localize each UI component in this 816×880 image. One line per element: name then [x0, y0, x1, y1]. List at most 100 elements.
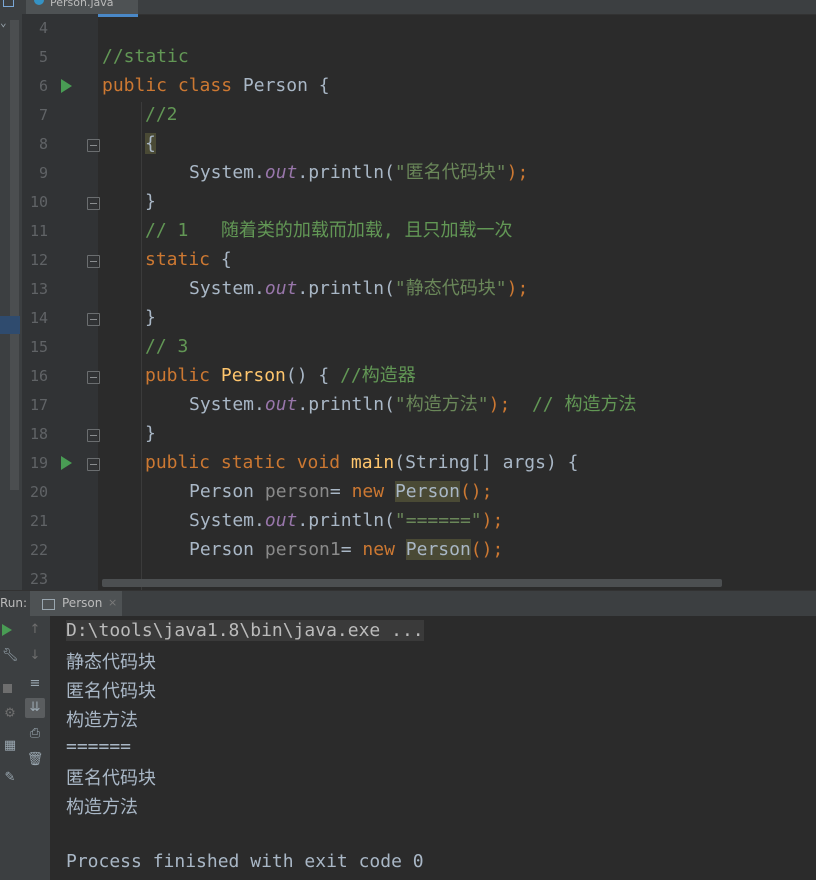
code-line-5[interactable]: //static	[102, 46, 189, 68]
code-token: );	[506, 278, 529, 299]
code-line-18[interactable]: }	[145, 423, 156, 445]
layout-icon[interactable]: ▦	[0, 738, 20, 753]
fold-marker[interactable]	[87, 139, 100, 152]
code-token: .println(	[297, 278, 395, 299]
side-selection-marker	[0, 316, 20, 334]
run-panel-header: Run: Person ×	[0, 590, 816, 618]
code-line-9[interactable]: System.out.println("匿名代码块");	[189, 162, 528, 184]
code-token: (String[] args) {	[394, 452, 579, 473]
code-token: {	[210, 249, 232, 270]
editor-horizontal-scrollbar[interactable]	[102, 579, 722, 587]
code-token: Person	[189, 481, 265, 502]
line-number: 17	[29, 396, 48, 414]
code-token: Person	[394, 481, 460, 502]
line-number: 10	[29, 193, 48, 211]
code-line-13[interactable]: System.out.println("静态代码块");	[189, 278, 528, 300]
fold-marker[interactable]	[87, 371, 100, 384]
line-number: 15	[29, 338, 48, 356]
console-line: 构造方法	[66, 797, 138, 818]
code-token: ();	[470, 539, 504, 560]
code-token: person	[264, 481, 330, 502]
editor-tab-label: Person.java	[50, 0, 114, 9]
code-line-17[interactable]: System.out.println("构造方法"); // 构造方法	[189, 394, 636, 416]
fold-marker[interactable]	[87, 313, 100, 326]
code-token: System.	[189, 510, 265, 531]
code-line-16[interactable]: public Person() { //构造器	[145, 365, 416, 387]
pin-icon[interactable]: ✎	[0, 770, 20, 785]
code-token: "匿名代码块"	[394, 162, 507, 183]
console-line: 静态代码块	[66, 652, 156, 673]
run-tab-person[interactable]: Person ×	[30, 591, 122, 617]
code-token: public	[145, 365, 221, 386]
fold-marker[interactable]	[87, 458, 100, 471]
line-number: 21	[29, 512, 48, 530]
code-token: new	[362, 539, 406, 560]
line-number: 5	[38, 48, 48, 66]
code-line-21[interactable]: System.out.println("======");	[189, 510, 503, 532]
console-line: ======	[66, 736, 132, 757]
wrench-icon[interactable]: 🔧︎	[0, 648, 20, 663]
side-scrollbar[interactable]	[10, 20, 19, 490]
code-token: static	[145, 249, 211, 270]
run-toolbar-left: 🔧︎ ⚙ ▦ ✎	[0, 616, 22, 880]
run-main-icon[interactable]	[61, 456, 72, 470]
indent-guide	[141, 102, 142, 590]
console-line: 匿名代码块	[66, 681, 156, 702]
code-line-6[interactable]: public class Person {	[102, 75, 330, 97]
run-class-icon[interactable]	[61, 79, 72, 93]
code-line-22[interactable]: Person person1= new Person();	[189, 539, 503, 561]
code-token: .println(	[297, 510, 395, 531]
console-output[interactable]: D:\tools\java1.8\bin\java.exe ... 静态代码块 …	[50, 616, 816, 880]
code-token: System.	[189, 162, 265, 183]
trash-icon[interactable]: 🗑︎	[25, 752, 45, 767]
run-toolbar-right: ↑ ↓ ≡ ⇊ ⎙ 🗑︎	[22, 616, 50, 880]
line-number: 6	[38, 77, 48, 95]
code-line-8[interactable]: {	[145, 133, 156, 155]
soft-wrap-icon[interactable]: ≡	[25, 676, 45, 691]
code-token: out	[264, 510, 298, 531]
code-token: new	[351, 481, 395, 502]
code-token: );	[506, 162, 529, 183]
fold-marker[interactable]	[87, 255, 100, 268]
code-token: "======"	[394, 510, 482, 531]
code-line-19[interactable]: public static void main(String[] args) {	[145, 452, 579, 474]
line-number: 14	[29, 309, 48, 327]
code-line-14[interactable]: }	[145, 307, 156, 329]
side-tool-icon[interactable]	[3, 0, 14, 7]
fold-marker[interactable]	[87, 197, 100, 210]
code-token: Person	[405, 539, 471, 560]
code-line-11[interactable]: // 1 随着类的加载而加载, 且只加载一次	[145, 220, 513, 242]
code-token: //static	[102, 46, 189, 67]
chevron-down-icon[interactable]: ⌄	[0, 16, 7, 29]
code-token: out	[264, 394, 298, 415]
code-token: // 构造方法	[531, 394, 637, 415]
run-tab-label: Person	[62, 596, 103, 610]
code-token: }	[145, 307, 156, 328]
gear-icon[interactable]: ⚙	[0, 706, 20, 721]
code-line-10[interactable]: }	[145, 191, 156, 213]
arrow-down-icon[interactable]: ↓	[25, 648, 45, 663]
line-number: 22	[29, 541, 48, 559]
line-number: 19	[29, 454, 48, 472]
close-icon[interactable]: ×	[108, 596, 117, 609]
arrow-up-icon[interactable]: ↑	[25, 622, 45, 637]
code-line-15[interactable]: // 3	[145, 336, 188, 358]
code-token: =	[340, 539, 363, 560]
code-token: .println(	[297, 162, 395, 183]
code-token: ();	[459, 481, 493, 502]
code-line-7[interactable]: //2	[145, 104, 178, 126]
print-icon[interactable]: ⎙	[25, 726, 45, 741]
line-number: 12	[29, 251, 48, 269]
code-token: System.	[189, 278, 265, 299]
code-token: =	[329, 481, 352, 502]
java-class-icon	[34, 0, 44, 5]
code-line-20[interactable]: Person person= new Person();	[189, 481, 492, 503]
code-line-12[interactable]: static {	[145, 249, 232, 271]
fold-marker[interactable]	[87, 429, 100, 442]
run-label: Run:	[0, 596, 28, 610]
code-token: .println(	[297, 394, 395, 415]
line-number: 16	[29, 367, 48, 385]
rerun-icon[interactable]	[2, 624, 12, 636]
code-token: }	[145, 191, 156, 212]
stop-icon[interactable]	[3, 684, 12, 693]
